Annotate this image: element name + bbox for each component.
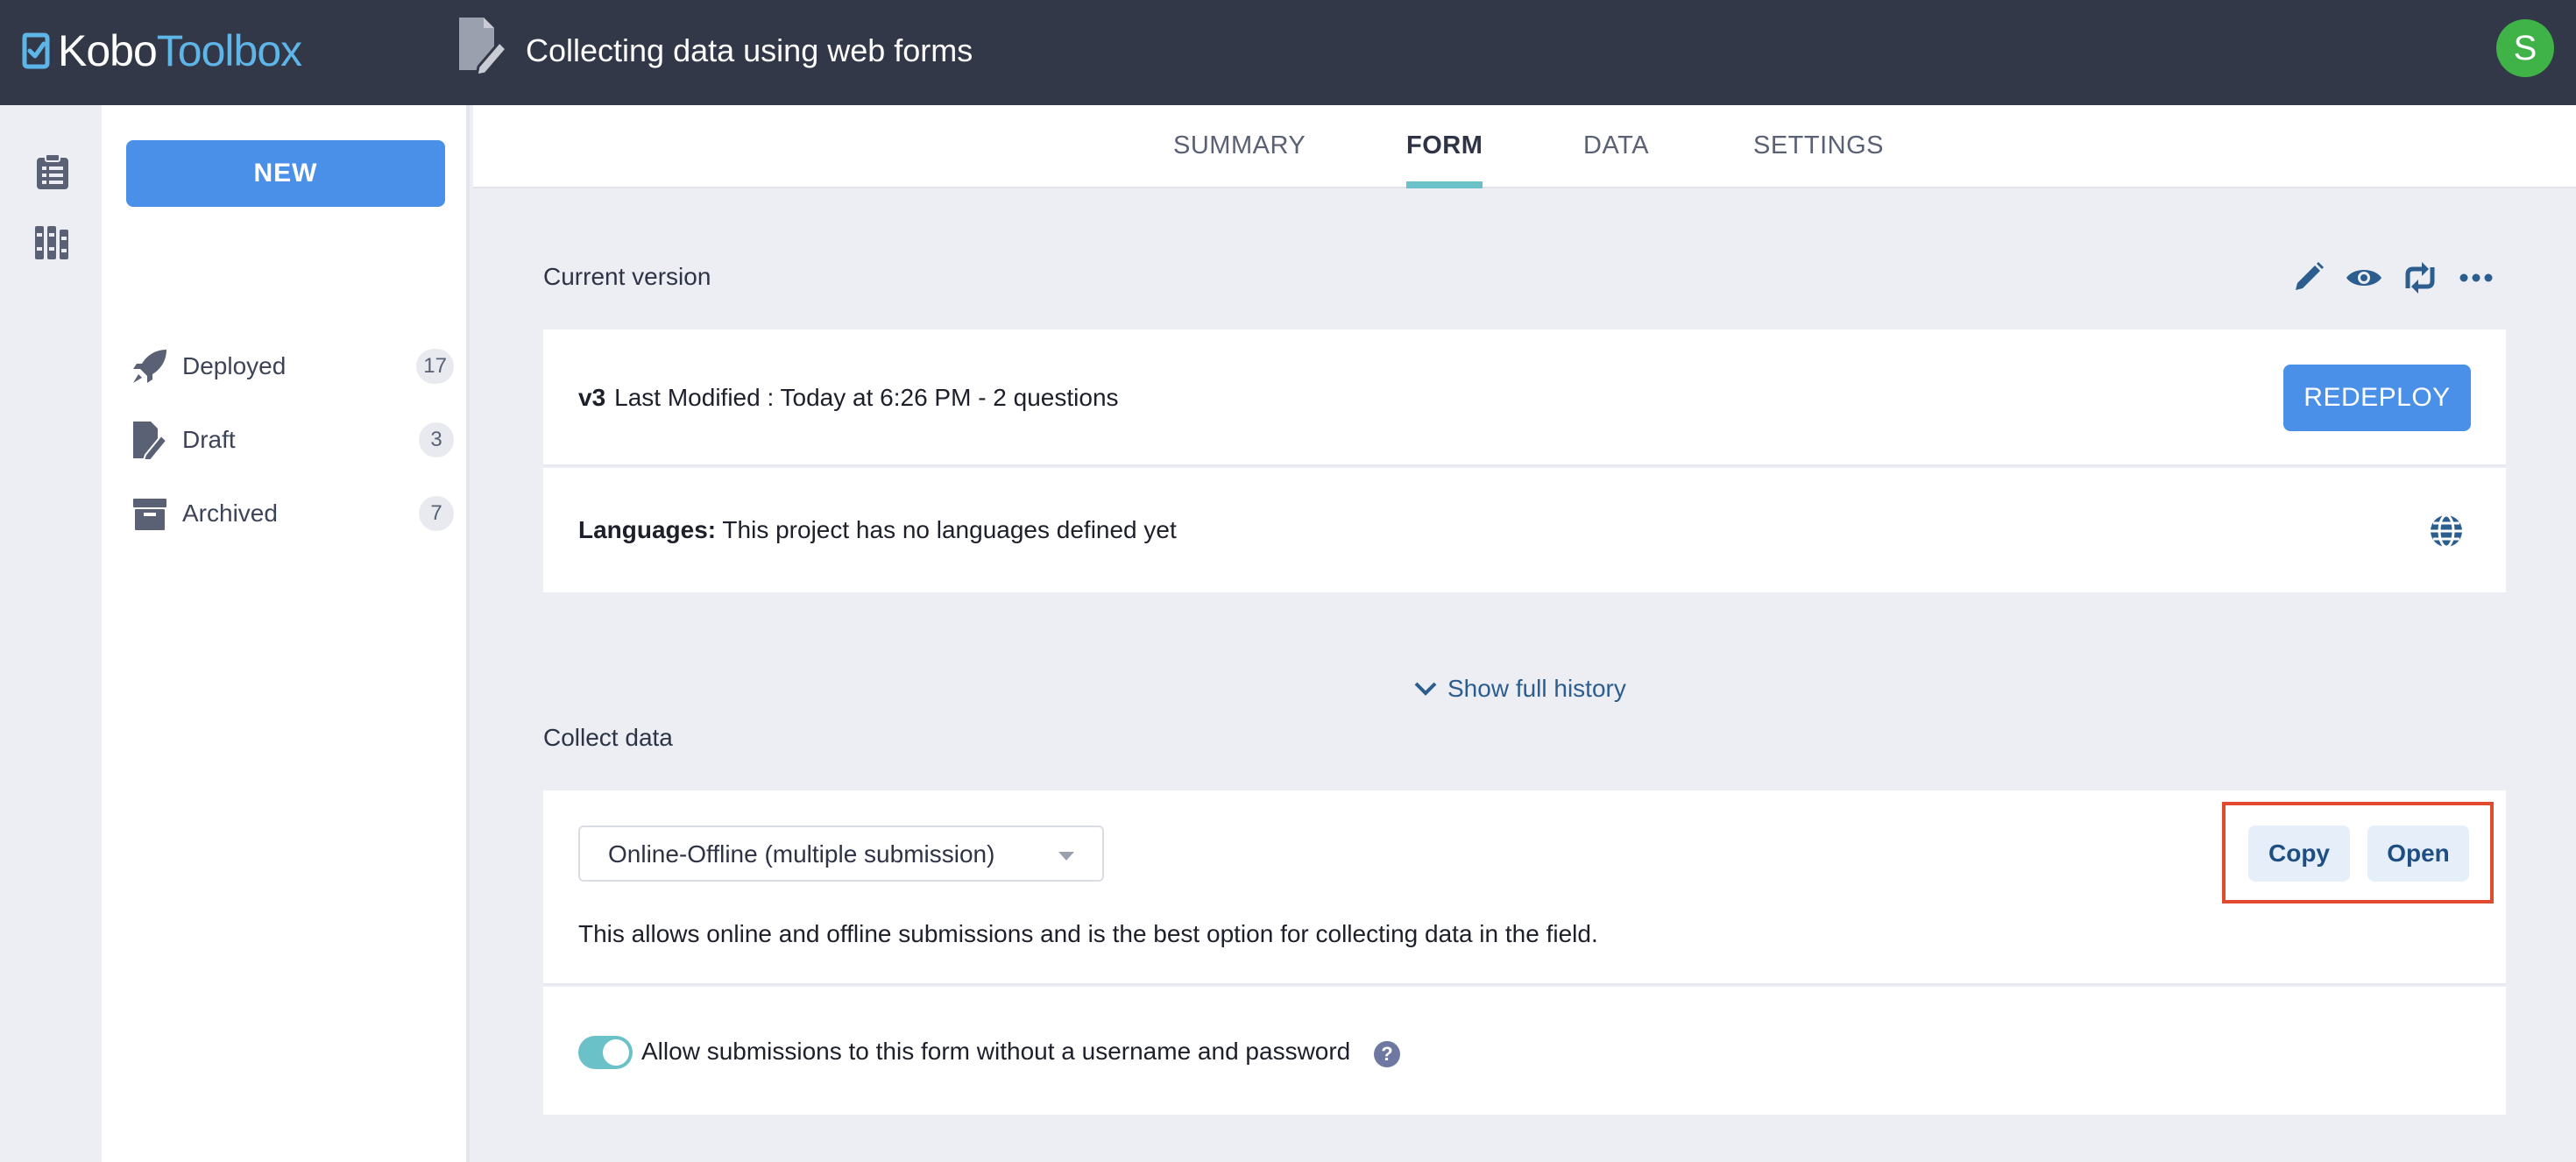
edit-pencil-icon[interactable] xyxy=(2289,259,2327,297)
archive-box-icon xyxy=(133,499,166,530)
show-full-history-link[interactable]: Show full history xyxy=(1412,675,1626,703)
open-link-button[interactable]: Open xyxy=(2367,825,2469,882)
sidebar-item-deployed[interactable]: Deployed 17 xyxy=(130,342,454,391)
count-badge: 17 xyxy=(416,349,454,384)
submission-mode-description: This allows online and offline submissio… xyxy=(578,920,1598,947)
languages-value: This project has no languages defined ye… xyxy=(722,516,1177,543)
count-badge: 3 xyxy=(419,422,454,457)
count-badge: 7 xyxy=(419,496,454,531)
version-card: v3 Last Modified : Today at 6:26 PM - 2 q… xyxy=(543,329,2506,466)
current-version-heading: Current version xyxy=(543,263,711,290)
caret-down-icon xyxy=(1058,852,1074,861)
globe-language-icon[interactable] xyxy=(2427,512,2466,550)
show-full-history-label: Show full history xyxy=(1447,675,1626,702)
form-actions-toolbar xyxy=(2289,256,2495,300)
tab-data[interactable]: DATA xyxy=(1583,131,1649,188)
submission-mode-select[interactable]: Online-Offline (multiple submission) xyxy=(578,825,1104,882)
draft-edit-icon xyxy=(133,422,168,460)
chevron-down-icon xyxy=(1414,682,1437,696)
sidebar-item-label: Archived xyxy=(182,500,278,527)
projects-sidebar: NEW Deployed 17 Draft 3 Archived 7 xyxy=(102,105,470,1162)
library-books-icon[interactable] xyxy=(33,223,72,261)
tab-settings[interactable]: SETTINGS xyxy=(1753,131,1884,188)
tab-summary[interactable]: SUMMARY xyxy=(1173,131,1306,188)
languages-label: Languages: xyxy=(578,516,717,543)
project-tabs: SUMMARY FORM DATA SETTINGS xyxy=(473,105,2576,188)
preview-eye-icon[interactable] xyxy=(2345,259,2383,297)
more-dots-icon[interactable] xyxy=(2457,259,2495,297)
rocket-icon xyxy=(133,350,166,383)
collect-data-heading: Collect data xyxy=(543,724,673,751)
kobotoolbox-logo[interactable]: KoboToolbox xyxy=(21,23,302,79)
redeploy-button[interactable]: REDEPLOY xyxy=(2283,365,2471,431)
anonymous-submissions-toggle[interactable] xyxy=(578,1036,633,1069)
sidebar-item-label: Draft xyxy=(182,426,236,453)
sidebar-item-archived[interactable]: Archived 7 xyxy=(130,489,454,538)
project-title: Collecting data using web forms xyxy=(526,32,973,68)
replace-sync-icon[interactable] xyxy=(2401,259,2439,297)
clipboard-list-icon[interactable] xyxy=(33,152,72,191)
toggle-knob xyxy=(603,1039,629,1066)
project-form-icon xyxy=(459,18,508,77)
copy-link-button[interactable]: Copy xyxy=(2248,825,2350,882)
version-details: Last Modified : Today at 6:26 PM - 2 que… xyxy=(614,384,1119,411)
languages-info: Languages: This project has no languages… xyxy=(578,516,1177,544)
anonymous-submissions-label: Allow submissions to this form without a… xyxy=(641,1038,1351,1065)
user-avatar[interactable]: S xyxy=(2496,19,2554,77)
collect-data-card: Online-Offline (multiple submission) Thi… xyxy=(543,790,2506,985)
languages-card: Languages: This project has no languages… xyxy=(543,468,2506,592)
logo-mark-icon xyxy=(22,32,50,69)
sidebar-item-draft[interactable]: Draft 3 xyxy=(130,415,454,464)
logo-text: KoboToolbox xyxy=(58,26,302,75)
anonymous-submissions-card: Allow submissions to this form without a… xyxy=(543,987,2506,1115)
help-question-icon[interactable]: ? xyxy=(1374,1041,1400,1067)
sidebar-item-label: Deployed xyxy=(182,352,287,379)
version-number: v3 xyxy=(578,384,606,411)
top-header: KoboToolbox Collecting data using web fo… xyxy=(0,0,2576,105)
new-project-button[interactable]: NEW xyxy=(126,140,445,207)
icon-rail xyxy=(0,105,102,1162)
submission-mode-value: Online-Offline (multiple submission) xyxy=(608,840,995,868)
tab-form[interactable]: FORM xyxy=(1406,131,1483,188)
version-info: v3 Last Modified : Today at 6:26 PM - 2 q… xyxy=(578,384,1119,412)
